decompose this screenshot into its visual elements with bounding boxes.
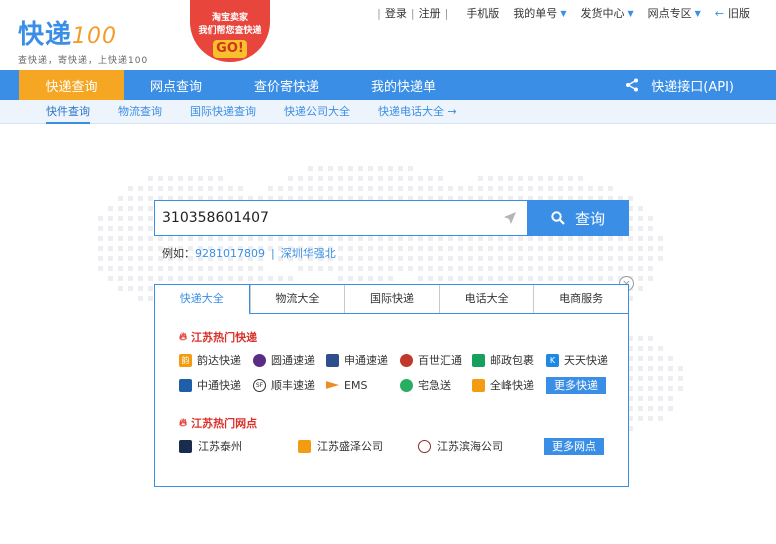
subnav-logistics-query[interactable]: 物流查询	[118, 100, 162, 124]
nav-tab-express-query[interactable]: 快递查询	[19, 70, 124, 100]
subnav-company-list[interactable]: 快递公司大全	[284, 100, 350, 124]
site-logo[interactable]: 快递100 查快递，寄快递，上快递100	[18, 14, 148, 66]
zhongtong-logo-icon	[179, 378, 192, 392]
outlet-logo-icon	[418, 439, 431, 453]
old-version-link[interactable]: ← 旧版	[715, 5, 750, 21]
company-shunfeng[interactable]: SF 顺丰速递	[253, 377, 326, 393]
huitong-logo-icon	[400, 353, 413, 367]
ems-logo-icon	[326, 381, 339, 389]
promo-line-1: 淘宝卖家	[211, 13, 248, 23]
top-bar: | 登录 | 注册 | 手机版 我的单号 ▼ 发货中心 ▼ 网点专区 ▼ ← 旧版	[359, 5, 750, 21]
zjs-logo-icon	[400, 378, 413, 392]
shentong-logo-icon	[326, 353, 339, 367]
share-icon	[626, 78, 639, 92]
yuantong-logo-icon	[253, 353, 266, 367]
company-ems[interactable]: EMS	[326, 377, 400, 393]
outlet-logo-icon	[179, 439, 192, 453]
flame-icon: 🔥︎	[179, 330, 188, 343]
more-express-button[interactable]: 更多快递	[546, 377, 606, 394]
outlet-zone-menu[interactable]: 网点专区 ▼	[648, 5, 701, 21]
logo-tagline: 查快递，寄快递，上快递100	[18, 56, 149, 66]
api-link[interactable]: 快递接口(API)	[625, 70, 734, 100]
hot-express-heading: 🔥︎ 江苏热门快递	[179, 330, 258, 344]
outlet-logo-icon	[298, 439, 311, 453]
example-label: 例如：	[162, 247, 195, 260]
example-hint: 例如：9281017809 | 深圳华强北	[162, 247, 336, 260]
promo-line-2: 我们帮您查快递	[198, 26, 262, 36]
flame-icon: 🔥︎	[179, 416, 188, 429]
nav-tab-price-ship[interactable]: 查价寄快递	[228, 70, 345, 100]
outlet-shengze[interactable]: 江苏盛泽公司	[298, 438, 383, 454]
yunda-logo-icon: 韵	[179, 353, 192, 367]
register-link[interactable]: 注册	[419, 5, 441, 21]
mobile-link[interactable]: 手机版	[466, 5, 499, 21]
shunfeng-logo-icon: SF	[253, 378, 266, 392]
company-yunda[interactable]: 韵韵达快递	[179, 352, 253, 368]
panel-tab-international[interactable]: 国际快递	[344, 285, 439, 313]
main-nav: 快递查询 网点查询 查价寄快递 我的快递单 快递接口(API)	[0, 70, 776, 100]
company-yuantong[interactable]: 圆通速递	[253, 352, 326, 368]
search-icon	[551, 211, 565, 225]
tracking-number-input[interactable]	[154, 200, 527, 236]
company-panel: 快递大全 物流大全 国际快递 电话大全 电商服务 🔥︎ 江苏热门快递 韵韵达快递 …	[154, 284, 629, 487]
quanfeng-logo-icon	[472, 378, 485, 392]
logo-number: 100	[72, 24, 118, 49]
login-link[interactable]: 登录	[385, 5, 407, 21]
search-button[interactable]: 查询	[527, 200, 629, 236]
company-tiantian[interactable]: K 天天快递	[546, 352, 614, 368]
nav-tab-my-waybill[interactable]: 我的快递单	[345, 70, 462, 100]
example-number-link[interactable]: 9281017809	[195, 247, 265, 260]
company-zhongtong[interactable]: 中通快递	[179, 377, 253, 393]
hot-outlets-heading: 🔥︎ 江苏热门网点	[179, 416, 258, 430]
auth-links: | 登录 | 注册 |	[377, 5, 449, 21]
company-zjs[interactable]: 宅急送	[400, 377, 472, 393]
subnav-intl-query[interactable]: 国际快递查询	[190, 100, 256, 124]
panel-tab-phone[interactable]: 电话大全	[438, 285, 534, 313]
company-post[interactable]: 邮政包裹	[472, 352, 546, 368]
more-outlets-button[interactable]: 更多网点	[544, 438, 604, 455]
caret-down-icon: ▼	[694, 8, 701, 18]
logo-text: 快递100	[18, 20, 118, 50]
subnav-phone-list[interactable]: 快递电话大全 →	[378, 100, 457, 124]
hot-express-grid: 韵韵达快递 圆通速递 申通速递 百世汇通 邮政包裹 K 天天快递 中通快递 SF 顺…	[179, 352, 614, 394]
promo-go-button[interactable]: GO!	[213, 40, 247, 58]
panel-tab-logistics[interactable]: 物流大全	[249, 285, 345, 313]
panel-tab-ecommerce[interactable]: 电商服务	[533, 285, 628, 313]
my-orders-menu[interactable]: 我的单号 ▼	[513, 5, 566, 21]
company-quanfeng[interactable]: 全峰快递	[472, 377, 546, 393]
caret-down-icon: ▼	[627, 8, 634, 18]
back-arrow-icon: ←	[714, 6, 724, 20]
outlet-binhai[interactable]: 江苏滨海公司	[418, 438, 503, 454]
example-place-link[interactable]: 深圳华强北	[281, 247, 336, 260]
sender-center-menu[interactable]: 发货中心 ▼	[580, 5, 633, 21]
taobao-promo-banner[interactable]: 淘宝卖家 我们帮您查快递 GO!	[190, 0, 270, 66]
company-huitong[interactable]: 百世汇通	[400, 352, 472, 368]
locate-arrow-icon[interactable]	[503, 211, 517, 225]
panel-tabs: 快递大全 物流大全 国际快递 电话大全 电商服务	[155, 285, 628, 315]
outlet-taizhou[interactable]: 江苏泰州	[179, 438, 242, 454]
tiantian-logo-icon: K	[546, 353, 559, 367]
panel-tab-express[interactable]: 快递大全	[155, 285, 250, 315]
nav-tab-outlet-query[interactable]: 网点查询	[124, 70, 228, 100]
post-logo-icon	[472, 353, 485, 367]
subnav-parcel-query[interactable]: 快件查询	[46, 100, 90, 124]
company-shentong[interactable]: 申通速递	[326, 352, 400, 368]
tracking-search: 查询	[154, 200, 629, 236]
caret-down-icon: ▼	[560, 8, 567, 18]
sub-nav: 快件查询 物流查询 国际快递查询 快递公司大全 快递电话大全 →	[0, 100, 776, 124]
hot-outlets-row: 江苏泰州 江苏盛泽公司 江苏滨海公司 更多网点	[179, 438, 605, 455]
